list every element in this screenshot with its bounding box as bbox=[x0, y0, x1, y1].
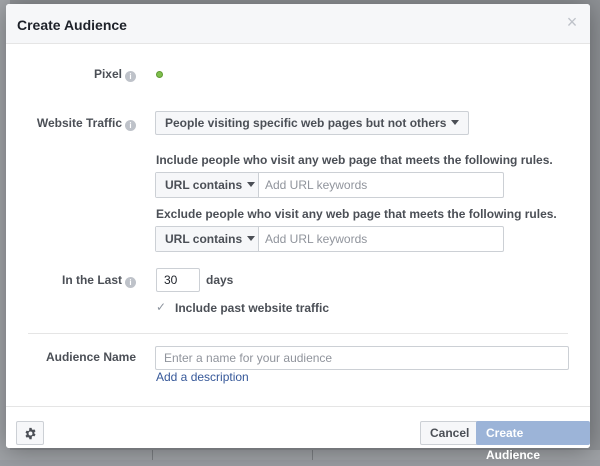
gear-icon bbox=[24, 427, 36, 439]
info-icon[interactable]: i bbox=[125, 120, 136, 131]
include-url-keywords-input[interactable] bbox=[259, 173, 503, 197]
info-icon[interactable]: i bbox=[125, 71, 136, 82]
audience-name-label: Audience Name bbox=[45, 350, 136, 364]
pixel-status-dot bbox=[156, 71, 163, 78]
create-audience-dialog: Create Audience × Pixel i Website Traffic… bbox=[6, 4, 590, 462]
add-description-link[interactable]: Add a description bbox=[156, 370, 249, 384]
days-field bbox=[156, 268, 200, 292]
include-past-traffic-label: Include past website traffic bbox=[175, 301, 330, 315]
exclude-rule-text: Exclude people who visit any web page th… bbox=[156, 207, 557, 221]
website-traffic-label: Website Traffic bbox=[36, 116, 122, 130]
dialog-header: Create Audience × bbox=[6, 4, 590, 44]
audience-name-input[interactable] bbox=[156, 347, 568, 369]
dialog-title: Create Audience bbox=[17, 17, 127, 33]
settings-button[interactable] bbox=[16, 421, 44, 445]
section-divider bbox=[28, 333, 568, 334]
close-icon[interactable]: × bbox=[564, 13, 580, 31]
days-unit-label: days bbox=[206, 273, 234, 287]
in-the-last-label: In the Last bbox=[61, 273, 122, 287]
include-operator-label: URL contains bbox=[165, 178, 243, 192]
include-past-traffic-checkbox[interactable]: ✓ bbox=[156, 301, 168, 313]
include-rule-text: Include people who visit any web page th… bbox=[156, 153, 553, 167]
exclude-operator-dropdown[interactable]: URL contains bbox=[156, 227, 259, 251]
days-input[interactable] bbox=[157, 269, 199, 291]
dialog-footer: Cancel Create Audience bbox=[6, 406, 590, 462]
exclude-url-keywords-input[interactable] bbox=[259, 227, 503, 251]
website-traffic-label-row: Website Traffic i bbox=[6, 116, 136, 131]
include-operator-dropdown[interactable]: URL contains bbox=[156, 173, 259, 197]
exclude-rule-row: URL contains bbox=[155, 226, 504, 252]
website-traffic-value: People visiting specific web pages but n… bbox=[165, 116, 447, 130]
pixel-label: Pixel bbox=[93, 67, 122, 81]
exclude-operator-label: URL contains bbox=[165, 232, 243, 246]
pixel-label-row: Pixel i bbox=[6, 67, 136, 82]
info-icon[interactable]: i bbox=[125, 277, 136, 288]
cancel-button[interactable]: Cancel bbox=[420, 421, 480, 445]
create-audience-button[interactable]: Create Audience bbox=[476, 421, 590, 462]
chevron-down-icon bbox=[247, 236, 256, 241]
in-the-last-label-row: In the Last i bbox=[6, 273, 136, 288]
chevron-down-icon bbox=[451, 120, 460, 125]
chevron-down-icon bbox=[247, 182, 256, 187]
website-traffic-dropdown[interactable]: People visiting specific web pages but n… bbox=[155, 111, 470, 135]
include-rule-row: URL contains bbox=[155, 172, 504, 198]
audience-name-field bbox=[155, 346, 569, 370]
